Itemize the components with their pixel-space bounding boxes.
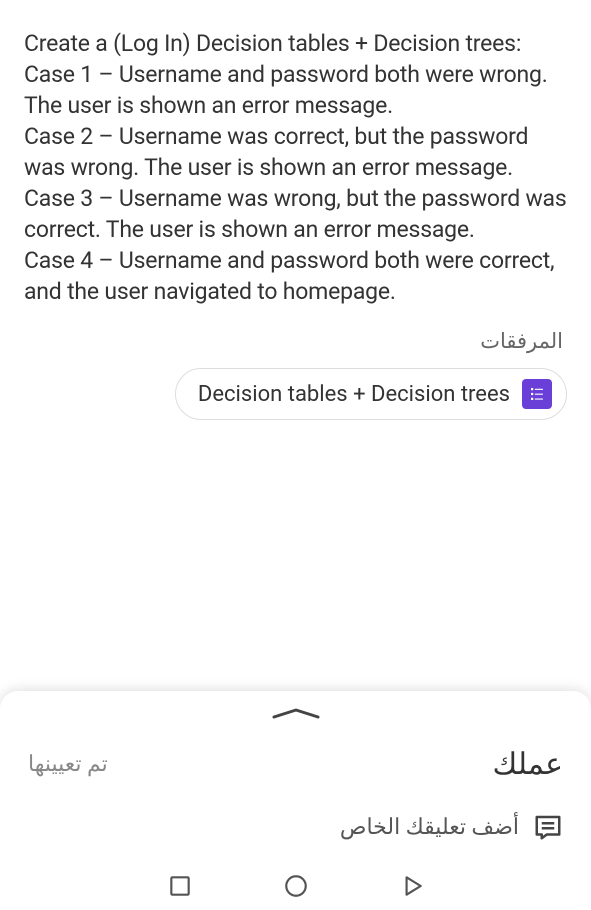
bottom-sheet[interactable]: تم تعيينها عملك أضف تعليقك الخاص (0, 691, 591, 862)
form-icon (522, 379, 552, 409)
assignment-status: تم تعيينها (28, 752, 108, 777)
comment-icon (533, 812, 563, 842)
attachment-container: Decision tables + Decision trees (24, 368, 567, 420)
nav-recent-button[interactable] (167, 873, 193, 899)
add-comment-row[interactable]: أضف تعليقك الخاص (28, 812, 563, 842)
navigation-bar (0, 862, 591, 910)
content-area: Create a (Log In) Decision tables + Deci… (0, 0, 591, 420)
sheet-header-row: تم تعيينها عملك (28, 747, 563, 782)
attachments-label: المرفقات (24, 329, 567, 354)
your-work-title: عملك (493, 747, 563, 782)
task-description: Create a (Log In) Decision tables + Deci… (24, 28, 567, 307)
comment-prompt: أضف تعليقك الخاص (340, 815, 519, 840)
attachment-name: Decision tables + Decision trees (198, 382, 510, 407)
nav-home-button[interactable] (283, 873, 309, 899)
attachment-chip[interactable]: Decision tables + Decision trees (175, 368, 567, 420)
sheet-handle[interactable] (28, 707, 563, 721)
nav-back-button[interactable] (399, 873, 425, 899)
